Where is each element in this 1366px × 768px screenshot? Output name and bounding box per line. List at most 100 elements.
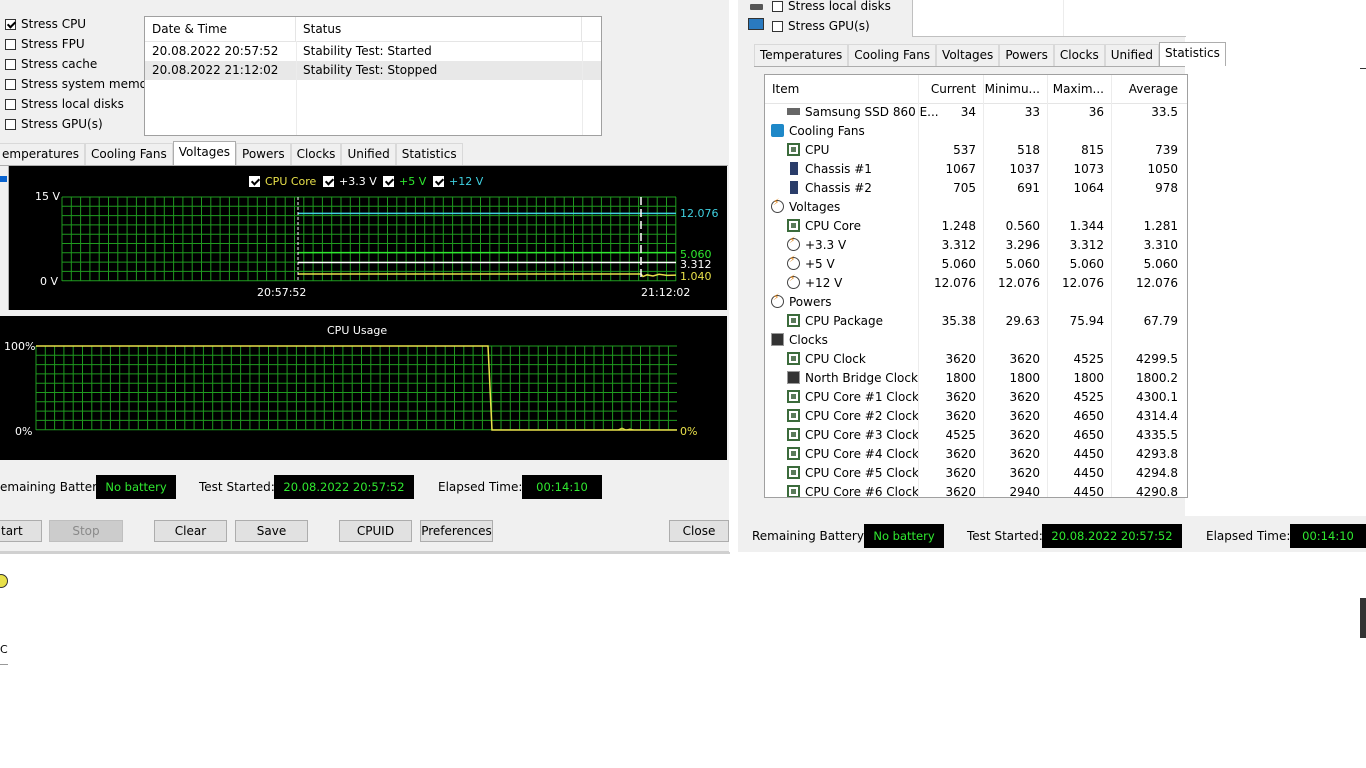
chip-icon — [787, 314, 800, 327]
chip-icon — [787, 447, 800, 460]
tab-clocks[interactable]: Clocks — [290, 143, 342, 165]
cpu-usage-current: 0% — [680, 425, 698, 438]
tab-temperatures[interactable]: Temperatures — [754, 44, 849, 66]
stats-row[interactable]: CPU Core #5 Clock 3620 3620 4450 4294.8 — [765, 463, 1187, 482]
log-status: Stability Test: Stopped — [303, 63, 438, 77]
test-started-value: 20.08.2022 20:57:52 — [274, 475, 414, 499]
stress-option[interactable]: Stress GPU(s) — [772, 17, 870, 35]
voltage-series-line — [298, 273, 677, 278]
stats-column-header[interactable]: Current — [918, 82, 983, 96]
start-button[interactable]: tart — [0, 520, 42, 542]
stats-group-row[interactable]: Cooling Fans — [765, 121, 1187, 140]
stats-max-value: 1.344 — [1069, 218, 1104, 233]
stats-row[interactable]: CPU Core #6 Clock 3620 2940 4450 4290.8 — [765, 482, 1187, 497]
stats-row[interactable]: Samsung SSD 860 E... 34 33 36 33.5 — [765, 102, 1187, 121]
column-header-datetime[interactable]: Date & Time — [145, 17, 296, 41]
stats-min-value: 3.296 — [1005, 237, 1040, 252]
stats-item-name: CPU Core #3 Clock — [787, 428, 919, 442]
stats-row[interactable]: Chassis #2 705 691 1064 978 — [765, 178, 1187, 197]
tab-unified[interactable]: Unified — [1104, 44, 1159, 66]
close-button[interactable]: Close — [669, 520, 729, 542]
checkbox[interactable] — [5, 58, 16, 70]
legend-checkbox[interactable] — [323, 175, 334, 187]
legend-item[interactable]: CPU Core — [249, 172, 316, 190]
column-header-status[interactable]: Status — [296, 17, 582, 41]
tab-statistics[interactable]: Statistics — [395, 143, 463, 165]
stats-item-label: +5 V — [805, 256, 835, 271]
tab-powers[interactable]: Powers — [236, 143, 291, 165]
tray-icon[interactable] — [0, 574, 8, 588]
stats-max-value: 4450 — [1073, 465, 1104, 480]
legend-item[interactable]: +12 V — [433, 172, 483, 190]
tab-temperatures[interactable]: emperatures — [0, 143, 85, 165]
stats-row[interactable]: CPU Core #2 Clock 3620 3620 4650 4314.4 — [765, 406, 1187, 425]
right-tab-strip: Temperatures Cooling Fans Voltages Powers Cl… — [754, 42, 1226, 66]
checkbox[interactable] — [5, 18, 16, 30]
legend-item[interactable]: +5 V — [383, 172, 426, 190]
stats-row[interactable]: CPU Package 35.38 29.63 75.94 67.79 — [765, 311, 1187, 330]
tab-statistics[interactable]: Statistics — [1159, 42, 1226, 66]
stress-option[interactable]: Stress GPU(s) — [5, 115, 103, 133]
stats-item-label: CPU Core #4 Clock — [805, 446, 919, 461]
stress-option[interactable]: Stress system memory — [5, 75, 159, 93]
stats-column-header[interactable]: Maxim... — [1047, 82, 1111, 96]
stats-current-value: 537 — [953, 142, 976, 157]
checkbox[interactable] — [5, 98, 16, 110]
checkbox[interactable] — [772, 0, 783, 12]
save-button[interactable]: Save — [235, 520, 308, 542]
legend-checkbox[interactable] — [383, 175, 394, 187]
cpuid-button[interactable]: CPUID — [339, 520, 412, 542]
stats-row[interactable]: CPU 537 518 815 739 — [765, 140, 1187, 159]
tab-voltages[interactable]: Voltages — [172, 141, 237, 165]
stats-row[interactable]: North Bridge Clock 1800 1800 1800 1800.2 — [765, 368, 1187, 387]
tab-unified[interactable]: Unified — [341, 143, 396, 165]
stats-max-value: 4525 — [1073, 351, 1104, 366]
stats-row[interactable]: +3.3 V 3.312 3.296 3.312 3.310 — [765, 235, 1187, 254]
stats-row[interactable]: +12 V 12.076 12.076 12.076 12.076 — [765, 273, 1187, 292]
tab-clocks[interactable]: Clocks — [1053, 44, 1105, 66]
chip-icon — [787, 352, 800, 365]
event-log-row[interactable]: 20.08.2022 21:12:02 Stability Test: Stop… — [145, 61, 601, 80]
clear-button[interactable]: Clear — [154, 520, 227, 542]
event-log-row[interactable]: 20.08.2022 20:57:52 Stability Test: Star… — [145, 42, 601, 61]
tab-voltages[interactable]: Voltages — [936, 44, 1000, 66]
stress-option[interactable]: Stress local disks — [772, 0, 891, 15]
legend-checkbox[interactable] — [433, 175, 444, 187]
stats-row[interactable]: CPU Core 1.248 0.560 1.344 1.281 — [765, 216, 1187, 235]
stats-group-row[interactable]: Clocks — [765, 330, 1187, 349]
preferences-button[interactable]: Preferences — [420, 520, 493, 542]
checkbox[interactable] — [772, 20, 783, 32]
stats-row[interactable]: CPU Core #1 Clock 3620 3620 4525 4300.1 — [765, 387, 1187, 406]
scrollbar-thumb[interactable] — [1360, 598, 1366, 638]
stats-row[interactable]: +5 V 5.060 5.060 5.060 5.060 — [765, 254, 1187, 273]
stats-column-header[interactable]: Minimu... — [983, 82, 1047, 96]
stats-row[interactable]: CPU Core #3 Clock 4525 3620 4650 4335.5 — [765, 425, 1187, 444]
stress-option[interactable]: Stress FPU — [5, 35, 85, 53]
stats-max-value: 5.060 — [1069, 256, 1104, 271]
stats-column-header[interactable]: Item — [772, 82, 799, 96]
legend-checkbox[interactable] — [249, 175, 260, 187]
stress-option[interactable]: Stress cache — [5, 55, 97, 73]
stats-row[interactable]: CPU Clock 3620 3620 4525 4299.5 — [765, 349, 1187, 368]
voltage-x-start: 20:57:52 — [257, 286, 307, 299]
stats-item-label: Voltages — [789, 199, 841, 214]
stats-max-value: 36 — [1088, 104, 1104, 119]
tab-cooling-fans[interactable]: Cooling Fans — [84, 143, 173, 165]
voltage-x-end: 21:12:02 — [641, 286, 691, 299]
stats-avg-value: 4293.8 — [1136, 446, 1178, 461]
stats-column-header[interactable]: Average — [1111, 82, 1185, 96]
checkbox[interactable] — [5, 38, 16, 50]
tab-powers[interactable]: Powers — [999, 44, 1054, 66]
stats-row[interactable]: Chassis #1 1067 1037 1073 1050 — [765, 159, 1187, 178]
tab-cooling-fans[interactable]: Cooling Fans — [848, 44, 937, 66]
legend-item[interactable]: +3.3 V — [323, 172, 377, 190]
chip-icon — [787, 428, 800, 441]
stop-button[interactable]: Stop — [49, 520, 123, 542]
stress-option[interactable]: Stress local disks — [5, 95, 124, 113]
checkbox[interactable] — [5, 78, 16, 90]
stats-group-row[interactable]: Powers — [765, 292, 1187, 311]
stress-option[interactable]: Stress CPU — [5, 15, 86, 33]
stats-row[interactable]: CPU Core #4 Clock 3620 3620 4450 4293.8 — [765, 444, 1187, 463]
stats-group-row[interactable]: Voltages — [765, 197, 1187, 216]
checkbox[interactable] — [5, 118, 16, 130]
